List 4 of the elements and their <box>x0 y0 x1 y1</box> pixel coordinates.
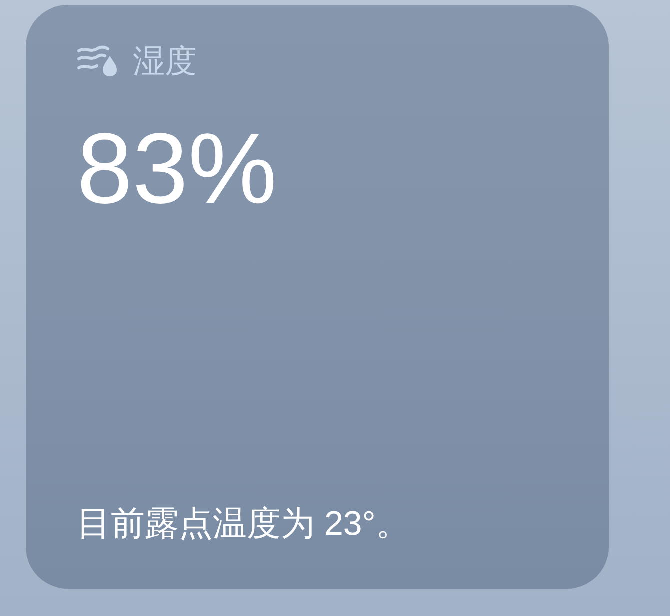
dew-point-text: 目前露点温度为 23°。 <box>77 504 410 545</box>
humidity-value: 83% <box>77 119 278 219</box>
humidity-icon <box>77 45 119 77</box>
card-title: 湿度 <box>133 42 197 81</box>
